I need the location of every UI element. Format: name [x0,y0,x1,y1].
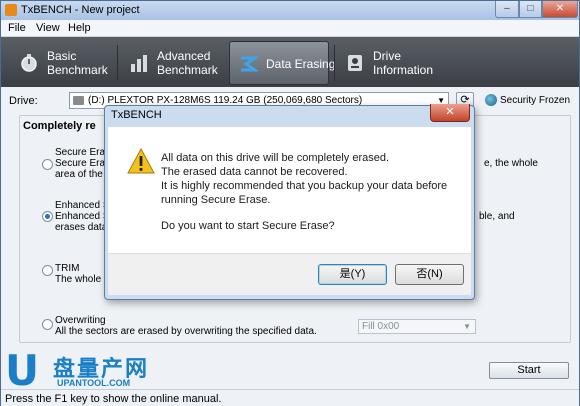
warning-icon [127,147,155,174]
dialog-message-3: It is highly recommended that you backup… [161,180,448,192]
secure-erase-desc-2: area of the d [55,169,112,180]
minimize-button[interactable]: – [495,1,519,18]
dialog-message-4: running Secure Erase. [161,194,271,206]
dialog-question: Do you want to start Secure Erase? [161,220,335,232]
fill-pattern-value: Fill 0x00 [362,321,400,332]
radio-secure-erase[interactable] [42,159,53,170]
tab-drive-information[interactable]: Drive Information [337,41,437,85]
tab-advanced-benchmark[interactable]: Advanced Benchmark [121,41,225,85]
tab-advanced-line1: Advanced [157,49,211,63]
security-status-icon [485,94,497,106]
trim-title: TRIM [55,263,80,274]
tab-divider [334,45,335,81]
drive-label: Drive: [9,95,38,107]
watermark-url: UPANTOOL.COM [57,378,131,388]
bar-chart-icon [129,53,149,73]
nav-bar: Basic Benchmark Advanced Benchmark Data … [1,37,579,87]
app-icon [5,4,17,16]
tab-basic-benchmark[interactable]: Basic Benchmark [11,41,111,85]
tab-basic-line2: Benchmark [47,63,108,77]
overwriting-title: Overwriting [55,315,106,326]
secure-erase-desc-tail: e, the whole [484,158,538,169]
drive-info-icon [345,53,365,73]
menu-view[interactable]: View [36,22,60,34]
fill-pattern-select[interactable]: Fill 0x00 ▼ [358,319,476,334]
tab-data-erasing[interactable]: Data Erasing [229,41,335,85]
tab-advanced-line2: Benchmark [157,63,218,77]
tab-data-erasing-label: Data Erasing [266,57,336,71]
tab-drive-line1: Drive [373,49,402,63]
chevron-down-icon: ▼ [463,322,471,331]
maximize-button[interactable]: □ [519,1,542,18]
window-title: TxBENCH - New project [21,4,140,16]
stopwatch-icon [19,53,39,73]
enhanced-desc-tail: ble, and [479,211,515,222]
menu-help[interactable]: Help [68,22,91,34]
watermark-logo: U [5,346,40,395]
status-bar: Press the F1 key to show the online manu… [1,389,579,406]
disk-icon [73,96,84,105]
radio-enhanced-secure-erase[interactable] [42,211,53,222]
menu-bar: File View Help [1,20,579,37]
status-text: Press the F1 key to show the online manu… [5,393,222,405]
menu-file[interactable]: File [8,22,26,34]
start-button[interactable]: Start [489,362,569,379]
tab-drive-line2: Information [373,63,434,77]
tab-basic-line1: Basic [47,49,77,63]
title-bar: TxBENCH - New project – □ ✕ [1,1,579,20]
yes-button[interactable]: 是(Y) [318,264,387,285]
tab-divider [117,45,118,81]
security-status: Security Frozen [500,95,571,106]
radio-overwriting[interactable] [42,319,53,330]
radio-trim[interactable] [42,265,53,276]
dialog-title: TxBENCH [111,109,162,121]
dialog-close-button[interactable]: ✕ [430,104,470,122]
eraser-icon [238,54,260,74]
no-button[interactable]: 否(N) [395,264,464,285]
close-button[interactable]: ✕ [542,1,578,18]
overwriting-desc: All the sectors are erased by overwritin… [55,326,317,337]
dialog-message-2: The erased data cannot be recovered. [161,166,348,178]
group-title: Completely re [23,120,96,132]
dialog-message-1: All data on this drive will be completel… [161,152,390,164]
